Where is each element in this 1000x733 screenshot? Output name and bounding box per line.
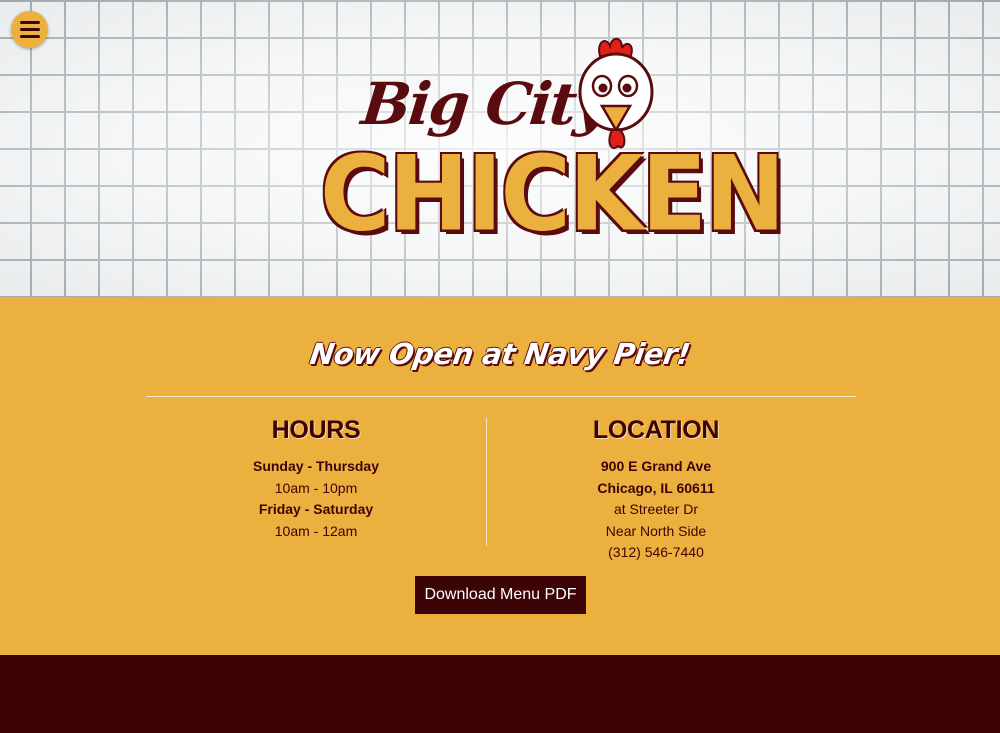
hero-banner: Big City CHICKEN <box>0 0 1000 297</box>
address-city: Chicago, IL 60611 <box>597 479 715 496</box>
address-street: 900 E Grand Ave <box>600 458 712 474</box>
divider-horizontal <box>146 396 856 397</box>
hamburger-icon-bar <box>19 35 40 38</box>
address-neighborhood: Near North Side <box>605 522 707 539</box>
tagline-headline: Now Open at Navy Pier! <box>307 337 693 371</box>
hours-line: 10am - 10pm <box>274 479 358 496</box>
hamburger-icon-bar <box>19 28 40 31</box>
location-title: LOCATION <box>592 416 720 444</box>
hours-line: 10am - 12am <box>274 522 358 539</box>
hours-column: HOURS Sunday - Thursday 10am - 10pm Frid… <box>146 416 486 542</box>
hours-line: Sunday - Thursday <box>252 458 380 474</box>
chicken-mascot-icon <box>578 37 654 149</box>
phone-number-link[interactable]: (312) 546-7440 <box>486 542 826 564</box>
location-column: LOCATION 900 E Grand Ave Chicago, IL 606… <box>486 416 826 564</box>
info-section: Now Open at Navy Pier! HOURS Sunday - Th… <box>0 297 1000 655</box>
brand-logo[interactable]: Big City CHICKEN <box>320 34 785 264</box>
hours-line: Friday - Saturday <box>258 501 374 517</box>
hours-title: HOURS <box>271 416 361 444</box>
address-cross-street: at Streeter Dr <box>613 501 699 517</box>
hamburger-menu-button[interactable] <box>11 11 48 48</box>
logo-wordmark-chicken: CHICKEN <box>320 133 785 255</box>
footer-band <box>0 655 1000 733</box>
download-menu-pdf-button[interactable]: Download Menu PDF <box>415 576 586 614</box>
hamburger-icon-bar <box>19 21 40 24</box>
